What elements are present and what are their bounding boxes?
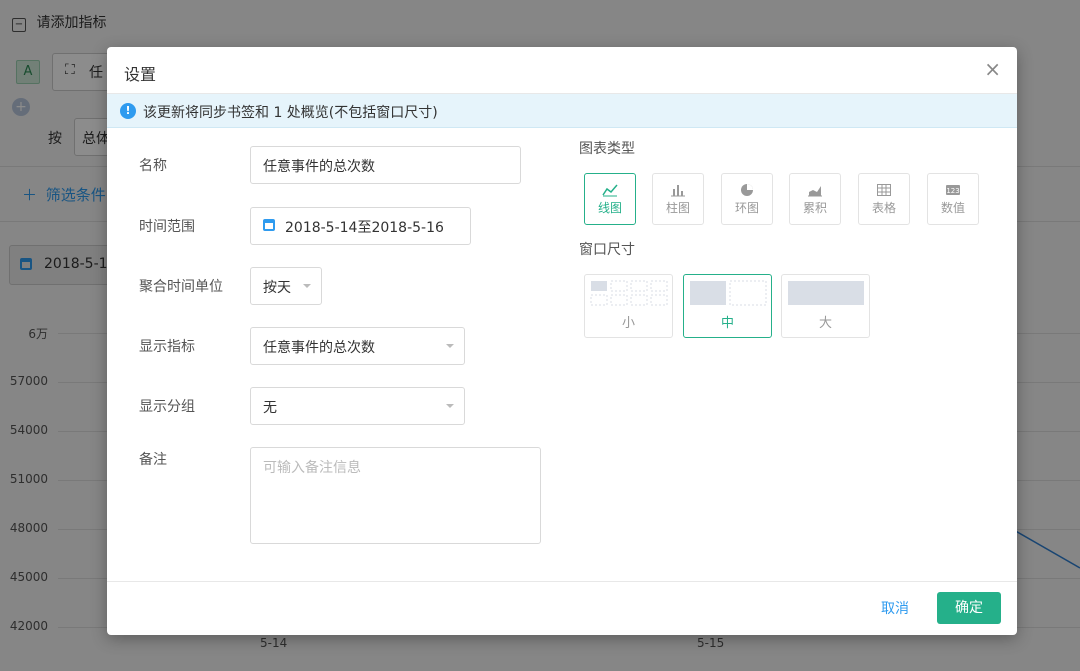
time-unit-select[interactable]: 按天 [250, 267, 322, 305]
group-label: 显示分组 [139, 399, 195, 415]
name-input-value: 任意事件的总次数 [263, 159, 375, 175]
metric-label: 显示指标 [139, 339, 195, 355]
chart-type-label: 环图 [734, 201, 759, 215]
small-layout-icon [590, 280, 668, 306]
close-icon[interactable]: × [984, 57, 1001, 81]
chart-type-label: 线图 [597, 201, 622, 215]
pie-chart-icon [722, 183, 772, 197]
calendar-icon [263, 219, 275, 231]
chart-type-table[interactable]: 表格 [858, 173, 910, 225]
note-placeholder: 可输入备注信息 [263, 460, 361, 476]
large-layout-icon [788, 281, 864, 305]
window-size-label: 中 [720, 316, 734, 331]
chart-type-number[interactable]: 123 数值 [927, 173, 979, 225]
dialog-header: 设置 × [107, 47, 1017, 94]
cancel-button[interactable]: 取消 [881, 598, 909, 618]
info-icon: ! [120, 103, 136, 119]
settings-dialog: 设置 × ! 该更新将同步书签和 1 处概览(不包括窗口尺寸) 名称 任意事件的… [107, 47, 1017, 635]
medium-layout-icon [690, 280, 767, 306]
chevron-down-icon [446, 344, 454, 348]
sync-notice: ! 该更新将同步书签和 1 处概览(不包括窗口尺寸) [107, 94, 1017, 128]
chart-type-pie[interactable]: 环图 [721, 173, 773, 225]
notice-text: 该更新将同步书签和 1 处概览(不包括窗口尺寸) [143, 105, 438, 121]
time-unit-value: 按天 [263, 280, 291, 296]
chart-type-label: 柱图 [665, 201, 690, 215]
chart-type-label: 表格 [871, 201, 896, 215]
chart-type-bar[interactable]: 柱图 [652, 173, 704, 225]
chevron-down-icon [446, 404, 454, 408]
bar-chart-icon [653, 183, 703, 197]
group-select-value: 无 [263, 400, 277, 416]
note-label: 备注 [139, 452, 167, 468]
time-range-picker[interactable]: 2018-5-14至2018-5-16 [250, 207, 471, 245]
window-size-small[interactable]: 小 [584, 274, 673, 338]
window-size-title: 窗口尺寸 [579, 242, 635, 258]
area-chart-icon [790, 183, 840, 197]
name-input[interactable]: 任意事件的总次数 [250, 146, 521, 184]
confirm-button[interactable]: 确定 [937, 592, 1001, 624]
time-unit-label: 聚合时间单位 [139, 279, 223, 295]
table-icon [859, 183, 909, 197]
dialog-footer: 取消 确定 [107, 581, 1017, 635]
time-range-label: 时间范围 [139, 219, 195, 235]
metric-select[interactable]: 任意事件的总次数 [250, 327, 465, 365]
dialog-title: 设置 [124, 65, 157, 84]
window-size-medium[interactable]: 中 [683, 274, 772, 338]
time-range-value: 2018-5-14至2018-5-16 [285, 220, 444, 236]
chart-type-line[interactable]: 线图 [584, 173, 636, 225]
chart-type-label: 数值 [940, 201, 965, 215]
name-label: 名称 [139, 158, 167, 174]
note-textarea[interactable]: 可输入备注信息 [250, 447, 541, 544]
svg-text:123: 123 [946, 187, 959, 195]
chart-type-label: 累积 [802, 201, 827, 215]
window-size-label: 大 [818, 316, 832, 331]
number-icon: 123 [928, 183, 978, 197]
group-select[interactable]: 无 [250, 387, 465, 425]
chevron-down-icon [303, 284, 311, 288]
chart-type-title: 图表类型 [579, 141, 635, 157]
window-size-large[interactable]: 大 [781, 274, 870, 338]
window-size-label: 小 [621, 316, 635, 331]
line-chart-icon [585, 183, 635, 197]
metric-select-value: 任意事件的总次数 [263, 340, 375, 356]
chart-type-area[interactable]: 累积 [789, 173, 841, 225]
